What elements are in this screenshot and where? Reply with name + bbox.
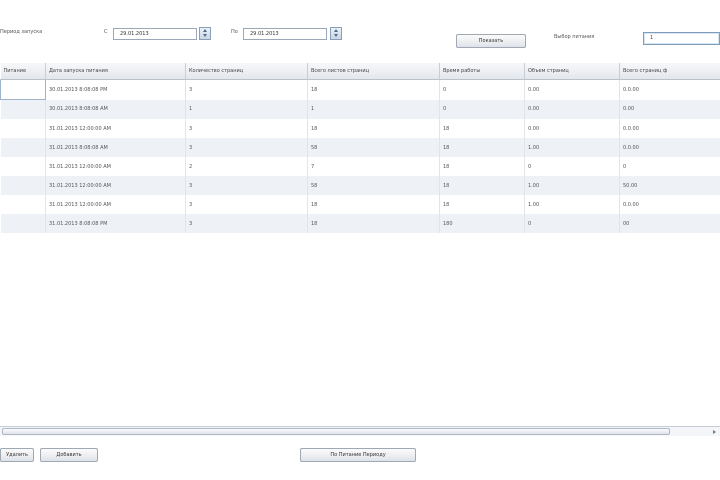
table-cell[interactable]: 3 [185,79,308,100]
table-row[interactable]: 30.01.2013 8:08:08 PM 3 18 0 0.00 0.0.00 [0,79,720,100]
table-cell[interactable]: 1.00 [524,176,620,195]
show-button[interactable]: Показать [456,34,526,48]
table-cell[interactable]: 18 [439,157,525,176]
table-cell[interactable]: 180 [439,214,525,233]
table-cell[interactable]: 31.01.2013 12:00:00 AM [45,157,186,176]
table-cell[interactable]: 0.00 [619,99,720,119]
table-cell[interactable]: 31.01.2013 12:00:00 AM [45,195,186,214]
table-cell[interactable]: 31.01.2013 12:00:00 AM [45,176,186,195]
table-cell[interactable]: 2 [185,157,308,176]
table-row[interactable]: 31.01.2013 8:08:08 AM 3 58 18 1.00 0.0.0… [0,138,720,157]
table-cell[interactable]: 31.01.2013 8:08:08 AM [45,138,186,157]
table-cell[interactable]: 0.00 [524,99,620,119]
table-cell[interactable]: 00 [619,214,720,233]
to-date-spinner[interactable] [330,27,342,40]
table-cell[interactable]: 1 [185,99,308,119]
supply-select[interactable]: 1 [643,32,720,45]
to-label: По [231,29,238,35]
table-cell[interactable]: 18 [307,119,440,138]
table-row[interactable]: 31.01.2013 12:00:00 AM 2 7 18 0 0 [0,157,720,176]
table-cell[interactable] [0,195,46,214]
table-cell[interactable]: 0.00 [524,119,620,138]
table-header-row: Питание Дата запуска питания Количество … [0,63,720,80]
delete-button[interactable]: Удалить [0,448,34,462]
horizontal-scrollbar[interactable] [0,426,720,436]
column-header[interactable]: Количество страниц [185,63,308,80]
table-cell[interactable]: 58 [307,138,440,157]
table-cell[interactable] [0,138,46,157]
table-row[interactable]: 30.01.2013 8:08:08 AM 1 1 0 0.00 0.00 [0,99,720,119]
table-cell[interactable] [0,157,46,176]
from-label: С [104,29,108,35]
table-cell[interactable]: 18 [307,195,440,214]
table-cell[interactable] [0,119,46,138]
spin-down-icon[interactable] [331,33,341,38]
column-header[interactable]: Дата запуска питания [45,63,186,80]
table-cell[interactable]: 0.0.00 [619,195,720,214]
table-row[interactable]: 31.01.2013 8:08:08 PM 3 18 180 0 00 [0,214,720,233]
table-cell[interactable]: 1 [307,99,440,119]
table-cell[interactable]: 0 [619,157,720,176]
table-cell[interactable]: 18 [307,214,440,233]
table-cell[interactable] [0,99,46,119]
spin-down-icon[interactable] [200,33,210,38]
add-button[interactable]: Добавить [40,448,98,462]
column-header[interactable]: Всего листов страниц [307,63,440,80]
table-row[interactable]: 31.01.2013 12:00:00 AM 3 18 18 0.00 0.0.… [0,119,720,138]
table-cell[interactable]: 3 [185,138,308,157]
table-cell[interactable]: 18 [439,138,525,157]
table-cell[interactable]: 58 [307,176,440,195]
table-cell[interactable]: 31.01.2013 12:00:00 AM [45,119,186,138]
table-cell[interactable]: 7 [307,157,440,176]
column-header[interactable]: Объем страниц [524,63,620,80]
table-row[interactable]: 31.01.2013 12:00:00 AM 3 18 18 1.00 0.0.… [0,195,720,214]
table-cell[interactable]: 18 [439,119,525,138]
table-cell[interactable]: 0 [439,99,525,119]
from-date-spinner[interactable] [199,27,211,40]
table-cell[interactable]: 1.00 [524,195,620,214]
scrollbar-thumb[interactable] [2,428,670,435]
table-cell[interactable]: 0.0.00 [619,79,720,100]
period-label: Период запуска [0,29,43,35]
table-cell[interactable]: 50.00 [619,176,720,195]
table-cell[interactable]: 18 [307,79,440,100]
table-cell[interactable]: 18 [439,195,525,214]
column-header[interactable]: Всего страниц ф [619,63,720,80]
data-grid: Питание Дата запуска питания Количество … [0,63,720,233]
table-cell[interactable]: 1.00 [524,138,620,157]
table-cell[interactable]: 31.01.2013 8:08:08 PM [45,214,186,233]
table-cell[interactable]: 0.0.00 [619,119,720,138]
column-header[interactable]: Питание [0,63,46,80]
table-cell[interactable] [0,214,46,233]
table-cell[interactable]: 0 [524,157,620,176]
scroll-right-icon[interactable] [710,428,718,435]
report-by-period-button[interactable]: По Питание Периоду [300,448,416,462]
select-label: Выбор питания [554,34,595,40]
table-cell[interactable]: 0 [524,214,620,233]
table-cell[interactable]: 0.00 [524,79,620,100]
table-cell[interactable]: 3 [185,176,308,195]
from-date-input[interactable]: 29.01.2013 [113,28,197,40]
table-cell[interactable]: 18 [439,176,525,195]
table-cell[interactable] [0,176,46,195]
table-cell[interactable] [0,79,46,100]
table-cell[interactable]: 0.0.00 [619,138,720,157]
to-date-input[interactable]: 29.01.2013 [243,28,327,40]
table-cell[interactable]: 3 [185,119,308,138]
table-cell[interactable]: 3 [185,195,308,214]
table-cell[interactable]: 30.01.2013 8:08:08 PM [45,79,186,100]
column-header[interactable]: Время работы [439,63,525,80]
table-cell[interactable]: 0 [439,79,525,100]
table-cell[interactable]: 3 [185,214,308,233]
table-cell[interactable]: 30.01.2013 8:08:08 AM [45,99,186,119]
table-row[interactable]: 31.01.2013 12:00:00 AM 3 58 18 1.00 50.0… [0,176,720,195]
